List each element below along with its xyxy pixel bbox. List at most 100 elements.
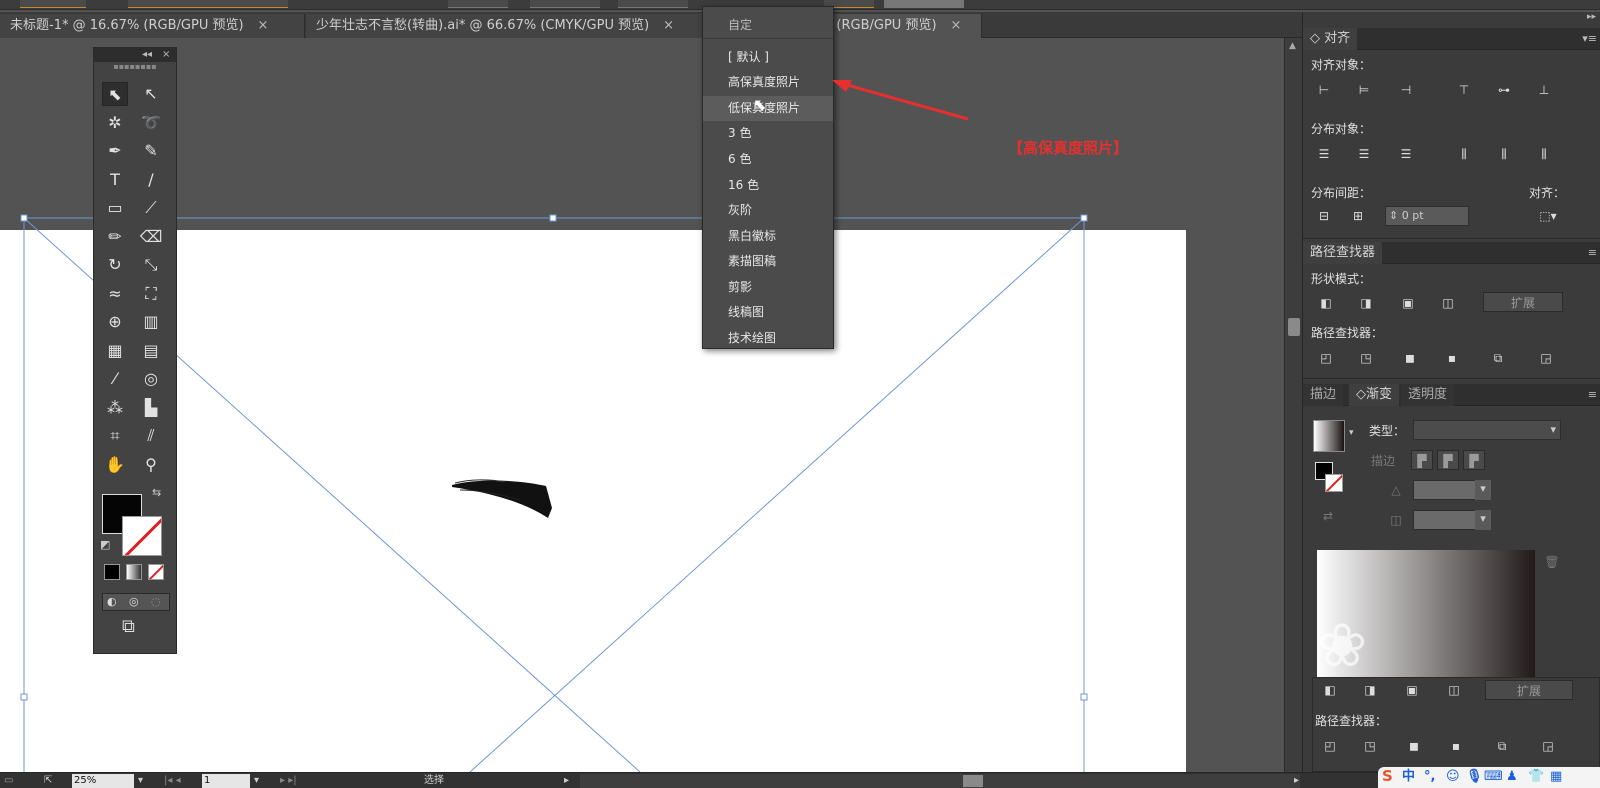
zoom-field[interactable]: 25% xyxy=(72,774,134,788)
selection-arrow-tool-icon[interactable]: ⬉ xyxy=(102,82,128,106)
stroke-within-icon[interactable]: ▛ xyxy=(1411,450,1433,470)
vertical-spacing-icon[interactable]: ⊟ xyxy=(1315,208,1333,224)
slice-tool-icon[interactable]: ⫽ xyxy=(138,424,164,448)
menu-item-high-fidelity-photo[interactable]: 高保真度照片 xyxy=(703,70,833,95)
skin-icon[interactable]: ♟ xyxy=(1506,769,1518,784)
control-field[interactable] xyxy=(20,0,86,8)
artboard-nav-icon[interactable]: ▭ xyxy=(4,774,13,788)
control-field[interactable] xyxy=(128,0,288,8)
control-field[interactable] xyxy=(448,0,508,8)
lasso-tool-icon[interactable]: ➰ xyxy=(138,111,164,135)
exclude-icon[interactable]: ◫ xyxy=(1445,682,1463,698)
chevron-down-icon[interactable]: ▾ xyxy=(254,774,259,788)
divide-icon[interactable]: ◰ xyxy=(1321,738,1339,754)
menu-header-custom[interactable]: 自定 xyxy=(703,13,833,38)
gradient-preview-swatch[interactable] xyxy=(1313,420,1345,452)
minus-back-icon[interactable]: ◲ xyxy=(1539,738,1557,754)
divide-icon[interactable]: ◰ xyxy=(1317,350,1335,366)
pen-tool-icon[interactable]: ✒ xyxy=(102,139,128,163)
rectangle-tool-icon[interactable]: ▭ xyxy=(102,196,128,220)
panel-menu-icon[interactable]: ≡ xyxy=(1588,242,1597,264)
tab-stroke[interactable]: 描边 xyxy=(1303,384,1344,406)
aspect-ratio-input[interactable]: ▾ xyxy=(1413,510,1491,530)
align-right-icon[interactable]: ⊣ xyxy=(1397,82,1415,98)
mesh-tool-icon[interactable]: ▦ xyxy=(102,339,128,363)
trim-icon[interactable]: ◳ xyxy=(1357,350,1375,366)
eraser-tool-icon[interactable]: ⌫ xyxy=(138,225,164,249)
expand-button[interactable]: 扩展 xyxy=(1483,292,1563,312)
blend-tool-icon[interactable]: ◎ xyxy=(138,367,164,391)
gradient-stroke-swatch[interactable] xyxy=(1325,474,1343,492)
menu-item-3-colors[interactable]: 3 色 xyxy=(703,121,833,146)
close-icon[interactable]: × xyxy=(258,18,269,33)
minus-back-icon[interactable]: ◲ xyxy=(1537,350,1555,366)
outline-icon[interactable]: ⧉ xyxy=(1493,738,1511,754)
emoji-icon[interactable]: ☺ xyxy=(1446,769,1460,784)
screen-mode-icon[interactable]: ⧉ xyxy=(122,616,135,637)
collapse-icon[interactable]: ◂◂ xyxy=(142,48,152,62)
close-icon[interactable]: × xyxy=(663,18,674,33)
page-field[interactable]: 1 xyxy=(202,774,250,788)
scrollbar-thumb[interactable] xyxy=(963,775,983,787)
direct-selection-arrow-tool-icon[interactable]: ↖ xyxy=(138,82,164,106)
align-center-h-icon[interactable]: ⊨ xyxy=(1355,82,1373,98)
distribute-center-v-icon[interactable]: ☰ xyxy=(1355,146,1373,162)
distribute-top-icon[interactable]: ☰ xyxy=(1315,146,1333,162)
menu-item-low-fidelity-photo[interactable]: 低保真度照片 xyxy=(703,96,833,121)
horizontal-spacing-icon[interactable]: ⊞ xyxy=(1349,208,1367,224)
minus-front-icon[interactable]: ◨ xyxy=(1361,682,1379,698)
microphone-icon[interactable]: 🎙 xyxy=(1466,769,1483,784)
hand-tool-icon[interactable]: ✋ xyxy=(102,453,128,477)
tab-align[interactable]: ◇ 对齐 xyxy=(1303,28,1358,50)
angle-input[interactable]: ▾ xyxy=(1413,480,1491,500)
export-icon[interactable]: ⇱ xyxy=(44,774,52,788)
menu-item-line-art[interactable]: 线稿图 xyxy=(703,300,833,325)
scrollbar-thumb[interactable] xyxy=(1288,318,1300,336)
tab-pathfinder[interactable]: 路径查找器 xyxy=(1303,242,1383,264)
align-left-icon[interactable]: ⊢ xyxy=(1315,82,1333,98)
none-mode-icon[interactable] xyxy=(148,564,164,580)
merge-icon[interactable]: ◼ xyxy=(1405,738,1423,754)
document-tab[interactable]: 少年壮志不言愁(转曲).ai* @ 66.67% (CMYK/GPU 预览) × xyxy=(306,14,706,38)
curvature-pen-tool-icon[interactable]: ✎ xyxy=(138,139,164,163)
panel-menu-icon[interactable]: ▾≡ xyxy=(1582,28,1597,50)
crop-icon[interactable]: ▪ xyxy=(1443,350,1461,366)
menu-item-6-colors[interactable]: 6 色 xyxy=(703,147,833,172)
punctuation-icon[interactable]: °, xyxy=(1424,769,1435,784)
color-mode-icon[interactable] xyxy=(104,564,120,580)
gradient-type-select[interactable]: ▾ xyxy=(1413,420,1561,440)
gradient-swatch-dropdown-icon[interactable]: ▾ xyxy=(1349,428,1354,438)
draw-normal-icon[interactable]: ◐ xyxy=(107,595,117,608)
draw-mode-buttons[interactable]: ◐ ◎ ◌ xyxy=(102,593,170,611)
first-artboard-icon[interactable]: |◂ ◂ xyxy=(164,774,181,788)
reverse-gradient-icon[interactable]: ⇄ xyxy=(1319,508,1337,524)
scale-tool-icon[interactable]: ⤡ xyxy=(138,253,164,277)
stroke-swatch[interactable] xyxy=(122,516,162,556)
line-tool-icon[interactable]: / xyxy=(138,168,164,192)
close-icon[interactable]: × xyxy=(951,18,962,33)
expand-panels-icon[interactable]: ▸▸ xyxy=(1587,12,1596,22)
graph-tool-icon[interactable]: ▥ xyxy=(138,310,164,334)
gradient-mode-icon[interactable] xyxy=(126,564,142,580)
close-icon[interactable]: × xyxy=(162,48,170,62)
free-transform-tool-icon[interactable]: ⛶ xyxy=(138,282,164,306)
intersect-icon[interactable]: ▣ xyxy=(1403,682,1421,698)
tab-gradient[interactable]: ◇渐变 xyxy=(1349,384,1400,406)
symbol-sprayer-tool-icon[interactable]: ⁂ xyxy=(102,396,128,420)
spacing-input[interactable]: ⇕ 0 pt xyxy=(1385,206,1469,226)
document-tab-active[interactable]: 5 (RGB/GPU 预览)× xyxy=(818,14,982,38)
grip-handle[interactable]: ▪▪▪▪▪▪▪▪ xyxy=(94,62,176,72)
next-artboard-icon[interactable]: ▸ ▸| xyxy=(280,774,297,788)
default-colors-icon[interactable]: ◩ xyxy=(100,538,110,551)
exclude-icon[interactable]: ◫ xyxy=(1439,295,1457,311)
vertical-scrollbar[interactable]: ▲ xyxy=(1284,38,1302,772)
draw-inside-icon[interactable]: ◌ xyxy=(151,595,161,608)
column-graph-tool-icon[interactable]: ▙ xyxy=(138,396,164,420)
sogou-logo-icon[interactable]: S xyxy=(1382,769,1393,784)
crop-icon[interactable]: ▪ xyxy=(1447,738,1465,754)
minus-front-icon[interactable]: ◨ xyxy=(1357,295,1375,311)
toolbox-icon[interactable]: ▦ xyxy=(1550,769,1562,784)
shirt-icon[interactable]: 👕 xyxy=(1528,769,1544,784)
merge-icon[interactable]: ◼ xyxy=(1401,350,1419,366)
scroll-right-icon[interactable]: ▸ xyxy=(1294,774,1299,788)
